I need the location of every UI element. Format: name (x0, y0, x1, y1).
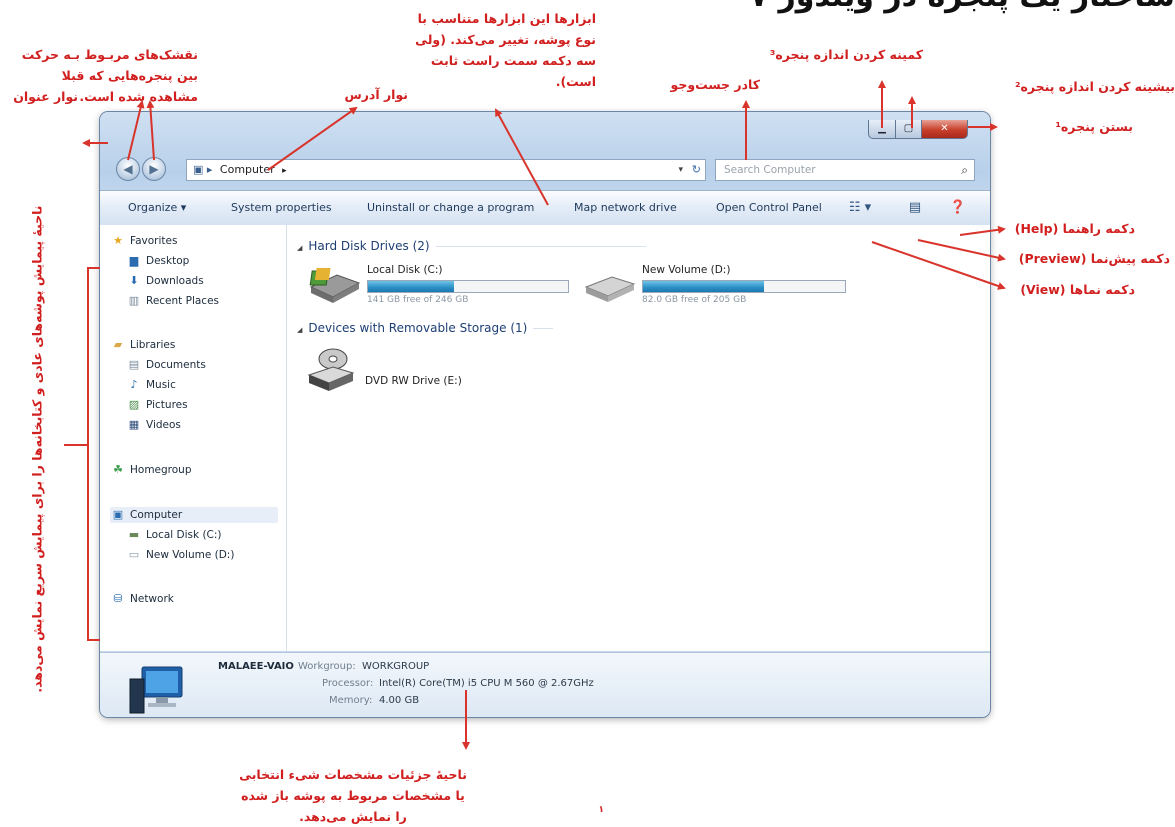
annotation-arrows (64, 80, 1006, 750)
arrow-toolbars (495, 108, 549, 206)
arrow-back (127, 100, 145, 161)
arrow-address-bar (267, 106, 358, 171)
arrow-views (871, 241, 1006, 290)
arrow-forward (146, 100, 155, 161)
nav-pane-bracket (87, 267, 100, 641)
arrow-preview (917, 239, 1006, 262)
arrow-help (959, 225, 1006, 236)
